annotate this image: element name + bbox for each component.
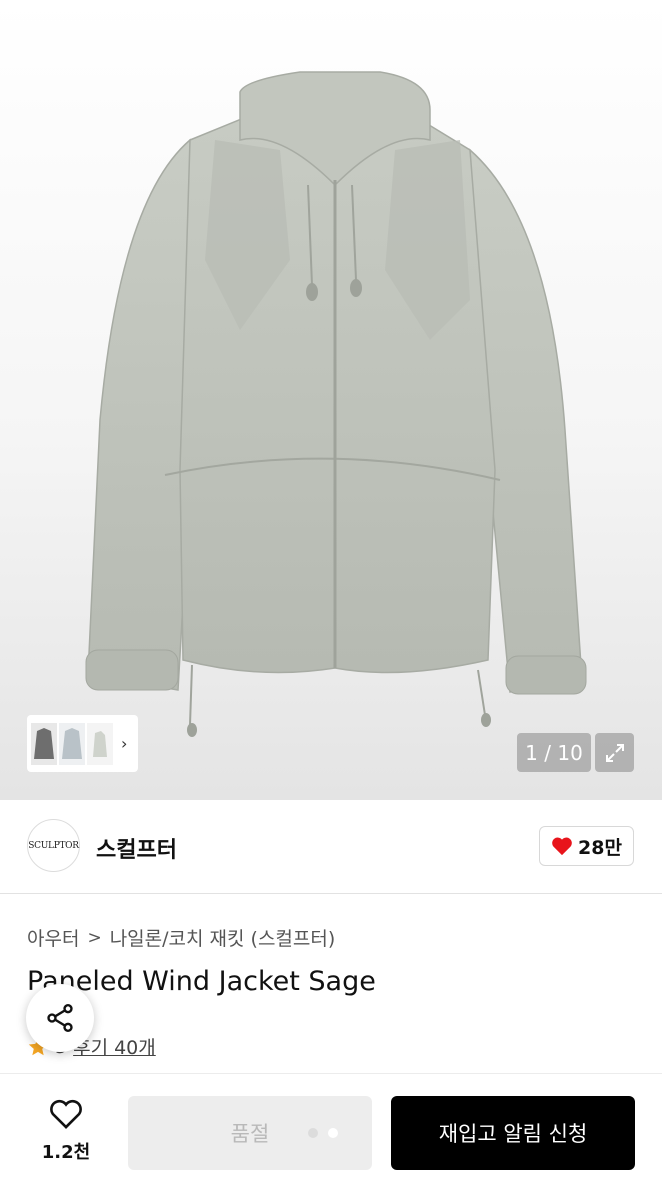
image-counter: 1 / 10 bbox=[517, 733, 591, 772]
product-image-gallery[interactable]: › 1 / 10 bbox=[0, 0, 662, 800]
pager-dots bbox=[308, 1128, 338, 1138]
heart-outline-icon bbox=[50, 1099, 82, 1129]
restock-alert-button[interactable]: 재입고 알림 신청 bbox=[391, 1096, 635, 1170]
expand-button[interactable] bbox=[595, 733, 634, 772]
brand-name[interactable]: 스컬프터 bbox=[96, 832, 177, 864]
brand-like-count: 28만 bbox=[578, 836, 622, 859]
pager-dot bbox=[308, 1128, 318, 1138]
share-icon bbox=[47, 1004, 73, 1032]
chevron-right-icon[interactable]: › bbox=[121, 734, 127, 753]
breadcrumb-item-outer[interactable]: 아우터 bbox=[27, 924, 79, 951]
chevron-right-icon: > bbox=[87, 927, 102, 948]
expand-icon bbox=[605, 743, 624, 762]
brand-logo-text: SCULPTOR bbox=[28, 840, 79, 851]
pager-dot-active bbox=[328, 1128, 338, 1138]
brand-logo[interactable]: SCULPTOR bbox=[27, 819, 80, 872]
wishlist-button[interactable]: 1.2천 bbox=[30, 1098, 102, 1164]
thumbnail-1[interactable] bbox=[31, 722, 57, 765]
breadcrumb: 아우터 > 나일론/코치 재킷 (스컬프터) bbox=[27, 924, 335, 951]
bottom-action-bar: 1.2천 품절 재입고 알림 신청 bbox=[0, 1074, 662, 1200]
thumbnail-2[interactable] bbox=[59, 722, 85, 765]
heart-icon bbox=[552, 837, 572, 856]
thumbnail-strip[interactable]: › bbox=[27, 715, 138, 772]
breadcrumb-item-category[interactable]: 나일론/코치 재킷 (스컬프터) bbox=[110, 924, 336, 951]
wishlist-count: 1.2천 bbox=[41, 1142, 91, 1163]
brand-row: SCULPTOR 스컬프터 28만 bbox=[0, 800, 662, 894]
share-button[interactable] bbox=[26, 984, 94, 1052]
brand-like-button[interactable]: 28만 bbox=[539, 826, 634, 866]
thumbnail-3[interactable] bbox=[87, 722, 113, 765]
product-photo bbox=[85, 71, 587, 737]
